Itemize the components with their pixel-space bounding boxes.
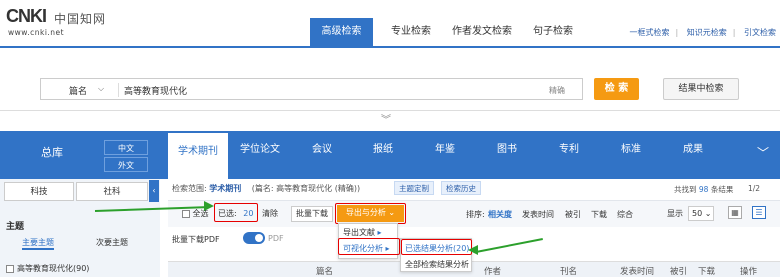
- cnki-logo[interactable]: CNKI 中国知网 www.cnki.net: [6, 6, 124, 37]
- export-analyze-button[interactable]: 导出与分析 ⌄: [337, 205, 404, 222]
- left-tab-social[interactable]: 社科: [76, 182, 148, 201]
- pdf-toggle[interactable]: [243, 232, 265, 244]
- col-date[interactable]: 发表时间: [620, 265, 654, 277]
- found-suffix: 条结果: [710, 185, 734, 194]
- chevron-down-icon: ⌄: [704, 209, 712, 218]
- logo-url: www.cnki.net: [8, 28, 65, 37]
- top-links: 一框式检索 | 知识元检索 | 引文检索: [629, 28, 777, 37]
- pdf-toggle-label: PDF: [268, 234, 284, 243]
- divider: [118, 83, 119, 97]
- col-actions: 操作: [740, 267, 758, 277]
- clear-button[interactable]: 清除: [262, 208, 278, 219]
- selected-label: 已选:: [218, 209, 237, 218]
- sort-date[interactable]: 发表时间: [522, 209, 554, 220]
- sort-cited[interactable]: 被引: [565, 209, 581, 220]
- found-count: 98: [698, 185, 709, 194]
- db-tab-books[interactable]: 图书: [476, 131, 538, 179]
- tab-author-search[interactable]: 作者发文检索: [448, 18, 516, 46]
- db-tab-achievements[interactable]: 成果: [662, 131, 724, 179]
- tab-sentence-search[interactable]: 句子检索: [522, 18, 584, 46]
- col-title[interactable]: 篇名: [316, 265, 333, 277]
- search-scope: 检索范围: 学术期刊 (篇名: 高等教育现代化 (精确)): [172, 183, 360, 194]
- annotation-arrow: [475, 238, 543, 253]
- col-journal[interactable]: 刊名: [560, 265, 577, 277]
- pager[interactable]: 1/2: [748, 184, 760, 193]
- db-tab-journals[interactable]: 学术期刊: [168, 131, 228, 179]
- link-one-box-search[interactable]: 一框式检索: [630, 28, 670, 37]
- chevron-right-icon: ▸: [377, 228, 382, 237]
- topic-filter-item[interactable]: 高等教育现代化(90): [6, 263, 89, 274]
- collapse-left-icon[interactable]: ‹: [149, 180, 159, 202]
- scope-condition: (篇名: 高等教育现代化 (精确)): [251, 184, 361, 193]
- chevron-down-icon[interactable]: ⌵: [98, 84, 104, 94]
- precision-select[interactable]: 精确: [549, 85, 565, 96]
- found-prefix: 共找到: [674, 185, 697, 194]
- batch-pdf-download[interactable]: 批量下载PDF: [172, 234, 220, 245]
- col-cited[interactable]: 被引: [670, 265, 687, 277]
- link-citation-search[interactable]: 引文检索: [744, 28, 776, 37]
- logo-brand: CNKI: [6, 6, 47, 26]
- db-tab-yearbook[interactable]: 年鉴: [414, 131, 476, 179]
- top-divider: [0, 46, 780, 48]
- annotation-arrowhead: [204, 201, 214, 211]
- scope-db: 学术期刊: [209, 184, 242, 193]
- sort-comprehensive[interactable]: 综合: [617, 209, 633, 220]
- db-tab-conference[interactable]: 会议: [292, 131, 352, 179]
- topic-customize-button[interactable]: 主题定制: [394, 181, 434, 195]
- page-size-select[interactable]: 50 ⌄: [688, 206, 714, 221]
- sort-label: 排序:: [466, 210, 485, 219]
- db-tab-newspaper[interactable]: 报纸: [352, 131, 414, 179]
- checkbox[interactable]: [182, 209, 190, 218]
- chevron-down-icon: ⌄: [388, 208, 396, 217]
- annotation-arrowhead: [468, 245, 478, 255]
- field-select[interactable]: 篇名: [69, 84, 87, 97]
- search-in-results-button[interactable]: 结果中检索: [663, 78, 739, 100]
- lang-foreign[interactable]: 外文: [104, 157, 148, 172]
- list-view-icon[interactable]: ☰: [752, 206, 766, 219]
- expand-chevron-icon[interactable]: ﹀: [757, 144, 769, 161]
- selected-number: 20: [243, 209, 254, 218]
- results-table-header: 篇名 作者 刊名 发表时间 被引 下载 操作: [168, 261, 780, 277]
- menu-all-analysis[interactable]: 全部检索结果分析: [405, 257, 469, 272]
- db-tab-standards[interactable]: 标准: [600, 131, 662, 179]
- result-count: 共找到 98 条结果: [674, 184, 733, 195]
- selected-analysis-highlight: [401, 239, 472, 255]
- col-download[interactable]: 下载: [698, 265, 715, 277]
- section-title: 主题: [6, 222, 25, 232]
- checkbox[interactable]: [6, 264, 14, 273]
- scope-label: 检索范围:: [172, 184, 207, 193]
- selected-count: 已选: 20: [218, 208, 253, 219]
- show-label: 显示: [667, 209, 683, 218]
- grid-view-icon[interactable]: ▦: [728, 206, 742, 219]
- tab-advanced-search[interactable]: 高级检索: [310, 18, 373, 46]
- collapse-chevron-icon[interactable]: ︾: [381, 111, 391, 126]
- export-label: 导出与分析: [345, 208, 386, 217]
- search-input[interactable]: 高等教育现代化: [124, 84, 187, 97]
- topic-label: 高等教育现代化(90): [17, 264, 90, 273]
- batch-download-button[interactable]: 批量下载: [291, 206, 333, 222]
- search-history-button[interactable]: 检索历史: [441, 181, 481, 195]
- db-total[interactable]: 总库: [0, 131, 104, 179]
- sort-relevance[interactable]: 相关度: [488, 209, 512, 220]
- db-tab-patents[interactable]: 专利: [538, 131, 600, 179]
- left-tab-science[interactable]: 科技: [4, 182, 74, 201]
- sort-download[interactable]: 下载: [591, 209, 607, 220]
- db-tab-theses[interactable]: 学位论文: [228, 131, 292, 179]
- logo-cn: 中国知网: [54, 12, 107, 26]
- subtab-secondary-topic[interactable]: 次要主题: [96, 237, 128, 248]
- search-row: 篇名 ⌵ 高等教育现代化 精确: [40, 78, 583, 100]
- col-author[interactable]: 作者: [484, 265, 501, 277]
- menu-label: 导出文献: [343, 228, 375, 237]
- subtab-main-topic[interactable]: 主要主题: [22, 237, 54, 250]
- link-knowledge-search[interactable]: 知识元检索: [687, 28, 727, 37]
- visual-analysis-highlight: [338, 238, 400, 255]
- tab-professional-search[interactable]: 专业检索: [380, 18, 442, 46]
- lang-chinese[interactable]: 中文: [104, 140, 148, 155]
- search-button[interactable]: 检 索: [594, 78, 639, 100]
- lang-switch: 中文 外文: [104, 140, 148, 174]
- page-size-value: 50: [692, 209, 703, 218]
